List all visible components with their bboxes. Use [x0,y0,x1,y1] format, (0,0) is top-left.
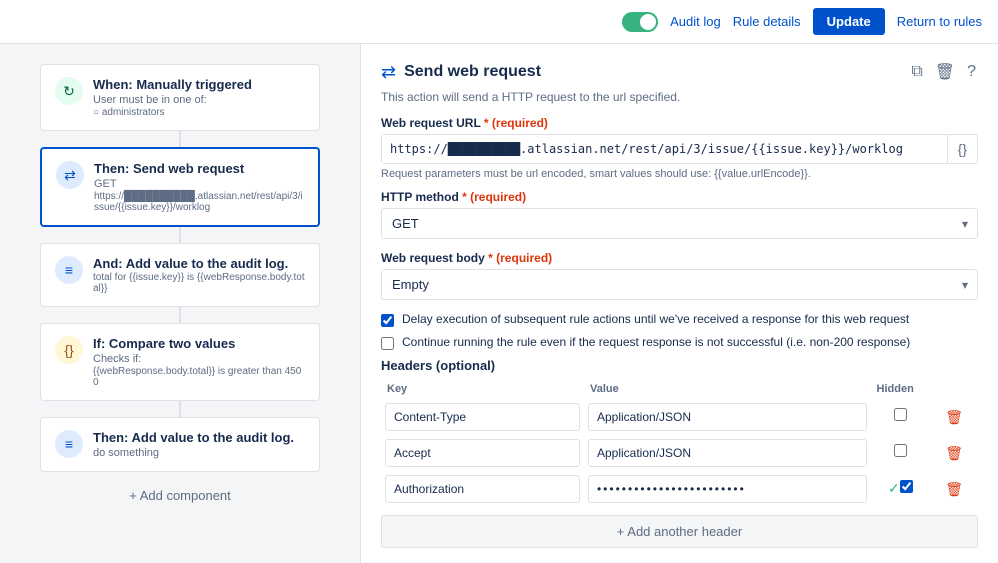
rule-card-compare-values[interactable]: {} If: Compare two values Checks if:{{webR… [40,323,320,401]
enabled-toggle[interactable] [622,12,658,32]
card-text: And: Add value to the audit log.total fo… [93,256,305,294]
card-detail: total for {{issue.key}} is {{webResponse… [93,272,305,294]
panel-description: This action will send a HTTP request to … [381,90,978,104]
headers-table: Key Value Hidden 🗑🗑✓🗑 [381,379,978,507]
web-request-body-label: Web request body * (required) [381,251,978,265]
panel-title-wrap: ⇄ Send web request [381,62,541,83]
col-header-delete [930,379,978,399]
rule-card-add-audit-log-2[interactable]: ≡ Then: Add value to the audit log. do som… [40,417,320,472]
header-hidden-checkbox-1[interactable] [894,444,907,457]
add-header-button[interactable]: + Add another header [381,515,978,548]
http-method-select[interactable]: GET POST PUT DELETE PATCH [381,208,978,239]
add-component-button[interactable]: + Add component [129,488,231,503]
headers-rows: 🗑🗑✓🗑 [381,399,978,507]
card-detail: https://██████████.atlassian.net/rest/ap… [94,191,304,213]
return-to-rules-link[interactable]: Return to rules [897,14,982,29]
card-icon-send-web-request: ⇄ [56,161,84,189]
card-title: And: Add value to the audit log. [93,256,305,271]
web-request-body-select[interactable]: Empty Custom data [381,269,978,300]
url-field-label: Web request URL * (required) [381,116,978,130]
header-key-input-0[interactable] [385,403,580,431]
header-delete-button-1[interactable]: 🗑 [941,443,967,464]
web-request-body-select-wrap: Empty Custom data ▾ [381,269,978,300]
delete-panel-button[interactable]: 🗑 [933,60,957,84]
card-text: Then: Send web request GEThttps://███████… [94,161,304,213]
card-detail: {{webResponse.body.total}} is greater th… [93,366,305,388]
card-detail: ○ administrators [93,107,252,118]
header-key-input-1[interactable] [385,439,580,467]
connector-line [179,227,181,243]
headers-section-title: Headers (optional) [381,358,978,373]
card-subtitle: Checks if: [93,353,305,365]
delay-label: Delay execution of subsequent rule actio… [402,312,909,326]
top-bar: Audit log Rule details Update Return to … [0,0,998,44]
card-header: ↻ When: Manually triggered User must be in… [55,77,305,118]
header-check-icon-2: ✓ [888,480,900,496]
url-template-button[interactable]: {} [947,135,977,163]
delay-checkbox[interactable] [381,314,394,327]
rule-card-trigger[interactable]: ↻ When: Manually triggered User must be in… [40,64,320,131]
card-title: When: Manually triggered [93,77,252,92]
panel-header: ⇄ Send web request ⧉ 🗑 ? [381,60,978,84]
rule-cards-container: ↻ When: Manually triggered User must be in… [40,64,320,472]
card-subtitle: User must be in one of: [93,94,252,106]
url-input-wrap: {} [381,134,978,164]
right-panel: ⇄ Send web request ⧉ 🗑 ? This action wil… [360,44,998,563]
card-header: ⇄ Then: Send web request GEThttps://██████… [56,161,304,213]
rule-card-send-web-request[interactable]: ⇄ Then: Send web request GEThttps://██████… [40,147,320,227]
panel-actions: ⧉ 🗑 ? [909,60,978,84]
url-input[interactable] [382,135,947,163]
card-header: ≡ Then: Add value to the audit log. do som… [55,430,305,459]
card-subtitle: GET [94,178,304,190]
header-value-input-0[interactable] [588,403,867,431]
header-hidden-checkbox-2[interactable] [900,480,913,493]
rule-card-add-audit-log-1[interactable]: ≡ And: Add value to the audit log.total f… [40,243,320,307]
card-header: {} If: Compare two values Checks if:{{webR… [55,336,305,388]
toggle-wrap [622,12,658,32]
col-header-hidden: Hidden [871,379,931,399]
col-header-value: Value [584,379,871,399]
url-hint: Request parameters must be url encoded, … [381,168,978,180]
header-row-0: 🗑 [381,399,978,435]
delay-checkbox-row: Delay execution of subsequent rule actio… [381,312,978,327]
continue-label: Continue running the rule even if the re… [402,335,910,349]
card-text: If: Compare two values Checks if:{{webRes… [93,336,305,388]
update-button[interactable]: Update [813,8,885,35]
main-layout: ↻ When: Manually triggered User must be in… [0,44,998,563]
help-panel-button[interactable]: ? [965,60,978,84]
card-text: Then: Add value to the audit log. do some… [93,430,294,459]
header-row-2: ✓🗑 [381,471,978,507]
http-method-select-wrap: GET POST PUT DELETE PATCH ▾ [381,208,978,239]
card-header: ≡ And: Add value to the audit log.total f… [55,256,305,294]
card-subtitle: do something [93,447,294,459]
copy-panel-button[interactable]: ⧉ [909,60,924,84]
header-value-input-2[interactable] [588,475,867,503]
card-text: When: Manually triggered User must be in … [93,77,252,118]
card-icon-add-audit-log-1: ≡ [55,256,83,284]
left-panel: ↻ When: Manually triggered User must be in… [0,44,360,563]
card-icon-trigger: ↻ [55,77,83,105]
connector-line [179,131,181,147]
col-header-key: Key [381,379,584,399]
continue-checkbox[interactable] [381,337,394,350]
card-icon-add-audit-log-2: ≡ [55,430,83,458]
connector-line [179,307,181,323]
continue-checkbox-row: Continue running the rule even if the re… [381,335,978,350]
connector-line [179,401,181,417]
card-title: If: Compare two values [93,336,305,351]
audit-log-link[interactable]: Audit log [670,14,721,29]
panel-title: Send web request [404,63,541,81]
header-hidden-checkbox-0[interactable] [894,408,907,421]
http-method-label: HTTP method * (required) [381,190,978,204]
header-row-1: 🗑 [381,435,978,471]
header-delete-button-0[interactable]: 🗑 [941,407,967,428]
card-icon-compare-values: {} [55,336,83,364]
card-title: Then: Send web request [94,161,304,176]
panel-send-icon: ⇄ [381,62,396,83]
header-delete-button-2[interactable]: 🗑 [941,479,967,500]
header-key-input-2[interactable] [385,475,580,503]
card-title: Then: Add value to the audit log. [93,430,294,445]
rule-details-link[interactable]: Rule details [733,14,801,29]
header-value-input-1[interactable] [588,439,867,467]
